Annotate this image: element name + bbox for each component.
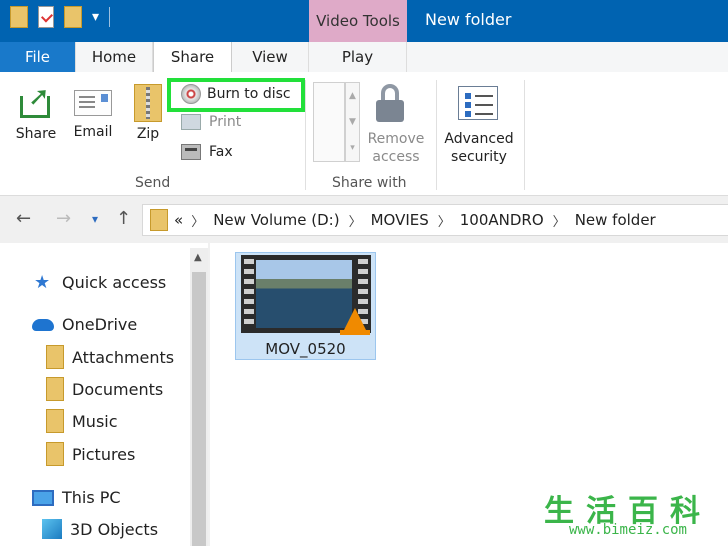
address-folder-icon <box>150 209 168 231</box>
remove-access-button[interactable]: Remove access <box>366 130 426 166</box>
nav-item-label: Documents <box>72 379 164 399</box>
nav-item-onedrive[interactable]: OneDrive <box>32 315 137 334</box>
print-label: Print <box>209 114 242 130</box>
tab-row-fill <box>407 42 728 72</box>
burn-to-disc-button[interactable]: Burn to disc <box>181 84 291 104</box>
toolbar-divider <box>109 7 111 27</box>
folder-icon <box>46 377 64 401</box>
nav-item-quick-access[interactable]: ★ Quick access <box>34 272 166 293</box>
burn-to-disc-label: Burn to disc <box>207 86 291 102</box>
scroll-thumb[interactable] <box>192 272 206 546</box>
customize-toolbar-icon[interactable]: ▾ <box>92 9 99 25</box>
advanced-security-button[interactable]: Advanced security <box>442 130 516 166</box>
share-icon: ➚ <box>18 84 54 120</box>
back-arrow-icon[interactable]: ← <box>16 208 31 229</box>
ribbon-divider <box>305 80 306 190</box>
nav-item-label: Attachments <box>72 347 175 367</box>
send-group-label: Send <box>135 175 171 191</box>
tab-play[interactable]: Play <box>309 42 407 72</box>
breadcrumb-overflow[interactable]: « <box>174 211 183 230</box>
nav-item-label: Quick access <box>62 273 167 292</box>
tab-view[interactable]: View <box>232 42 309 72</box>
breadcrumb-separator-icon: 〉 <box>348 215 362 230</box>
breadcrumb-separator-icon: 〉 <box>552 215 566 230</box>
nav-item-3d-objects[interactable]: 3D Objects <box>42 519 158 539</box>
breadcrumb: « 〉 New Volume (D:) 〉 MOVIES 〉 100ANDRO … <box>174 211 656 230</box>
printer-icon <box>181 114 201 130</box>
advanced-security-icon <box>458 86 498 120</box>
navigation-scrollbar[interactable]: ▲ <box>190 248 208 546</box>
video-preview-image <box>256 260 352 328</box>
nav-item-documents[interactable]: Documents <box>46 377 163 401</box>
cloud-icon <box>32 318 54 331</box>
nav-item-label: This PC <box>62 488 121 507</box>
advanced-security-line2: security <box>451 149 507 165</box>
breadcrumb-separator-icon: 〉 <box>437 215 451 230</box>
nav-item-attachments[interactable]: Attachments <box>46 345 174 369</box>
print-button[interactable]: Print <box>181 114 241 130</box>
folder-icon <box>46 345 64 369</box>
tab-file[interactable]: File <box>0 42 76 72</box>
properties-icon[interactable] <box>38 6 54 28</box>
nav-item-label: 3D Objects <box>70 519 159 539</box>
star-icon: ★ <box>34 272 51 293</box>
nav-item-this-pc[interactable]: This PC <box>32 488 121 507</box>
scroll-up-icon[interactable]: ▲ <box>194 252 202 263</box>
watermark-url: www.bimeiz.com <box>568 522 687 538</box>
nav-item-pictures[interactable]: Pictures <box>46 442 135 466</box>
advanced-security-line1: Advanced <box>444 131 514 147</box>
breadcrumb-item[interactable]: 100ANDRO <box>460 211 544 230</box>
recent-locations-icon[interactable]: ▾ <box>92 212 98 226</box>
computer-icon <box>32 489 54 506</box>
quick-access-toolbar: ▾ <box>10 6 111 28</box>
remove-access-line1: Remove <box>367 131 425 147</box>
new-folder-icon[interactable] <box>64 6 82 28</box>
window-title: New folder <box>425 10 512 29</box>
folder-icon <box>46 409 64 433</box>
cube-icon <box>42 519 62 539</box>
fax-button[interactable]: Fax <box>181 144 233 160</box>
folder-icon <box>46 442 64 466</box>
share-with-group-label: Share with <box>332 175 407 191</box>
nav-item-label: Pictures <box>72 444 136 464</box>
file-name: MOV_0520 <box>265 340 346 358</box>
share-with-list[interactable] <box>313 82 345 162</box>
nav-item-label: OneDrive <box>62 315 138 334</box>
lock-icon <box>376 84 404 124</box>
fax-label: Fax <box>209 144 233 160</box>
vlc-cone-base <box>340 330 370 335</box>
zip-button[interactable]: Zip <box>130 84 166 142</box>
tab-share[interactable]: Share <box>153 42 232 72</box>
nav-item-music[interactable]: Music <box>46 409 118 433</box>
disc-icon <box>181 84 201 104</box>
zip-icon <box>134 84 162 122</box>
nav-item-label: Music <box>72 411 118 431</box>
share-label: Share <box>15 126 57 142</box>
remove-access-line2: access <box>372 149 420 165</box>
video-tools-context-tab: Video Tools <box>309 0 407 42</box>
breadcrumb-item[interactable]: New Volume (D:) <box>213 211 339 230</box>
tab-home[interactable]: Home <box>76 42 153 72</box>
ribbon-divider <box>436 80 437 190</box>
film-strip <box>244 259 254 329</box>
up-arrow-icon[interactable]: ↑ <box>116 208 131 229</box>
email-label: Email <box>73 124 113 140</box>
forward-arrow-icon[interactable]: → <box>56 208 71 229</box>
breadcrumb-item[interactable]: MOVIES <box>371 211 429 230</box>
email-icon <box>74 90 112 116</box>
breadcrumb-item[interactable]: New folder <box>575 211 656 230</box>
share-with-scroll[interactable]: ▲ ▼ ▾ <box>345 82 360 162</box>
folder-icon[interactable] <box>10 6 28 28</box>
breadcrumb-separator-icon: 〉 <box>191 215 205 230</box>
fax-icon <box>181 144 201 160</box>
ribbon-divider <box>524 80 525 190</box>
zip-label: Zip <box>136 126 160 142</box>
share-button[interactable]: ➚ Share <box>14 84 58 142</box>
email-button[interactable]: Email <box>72 84 114 140</box>
